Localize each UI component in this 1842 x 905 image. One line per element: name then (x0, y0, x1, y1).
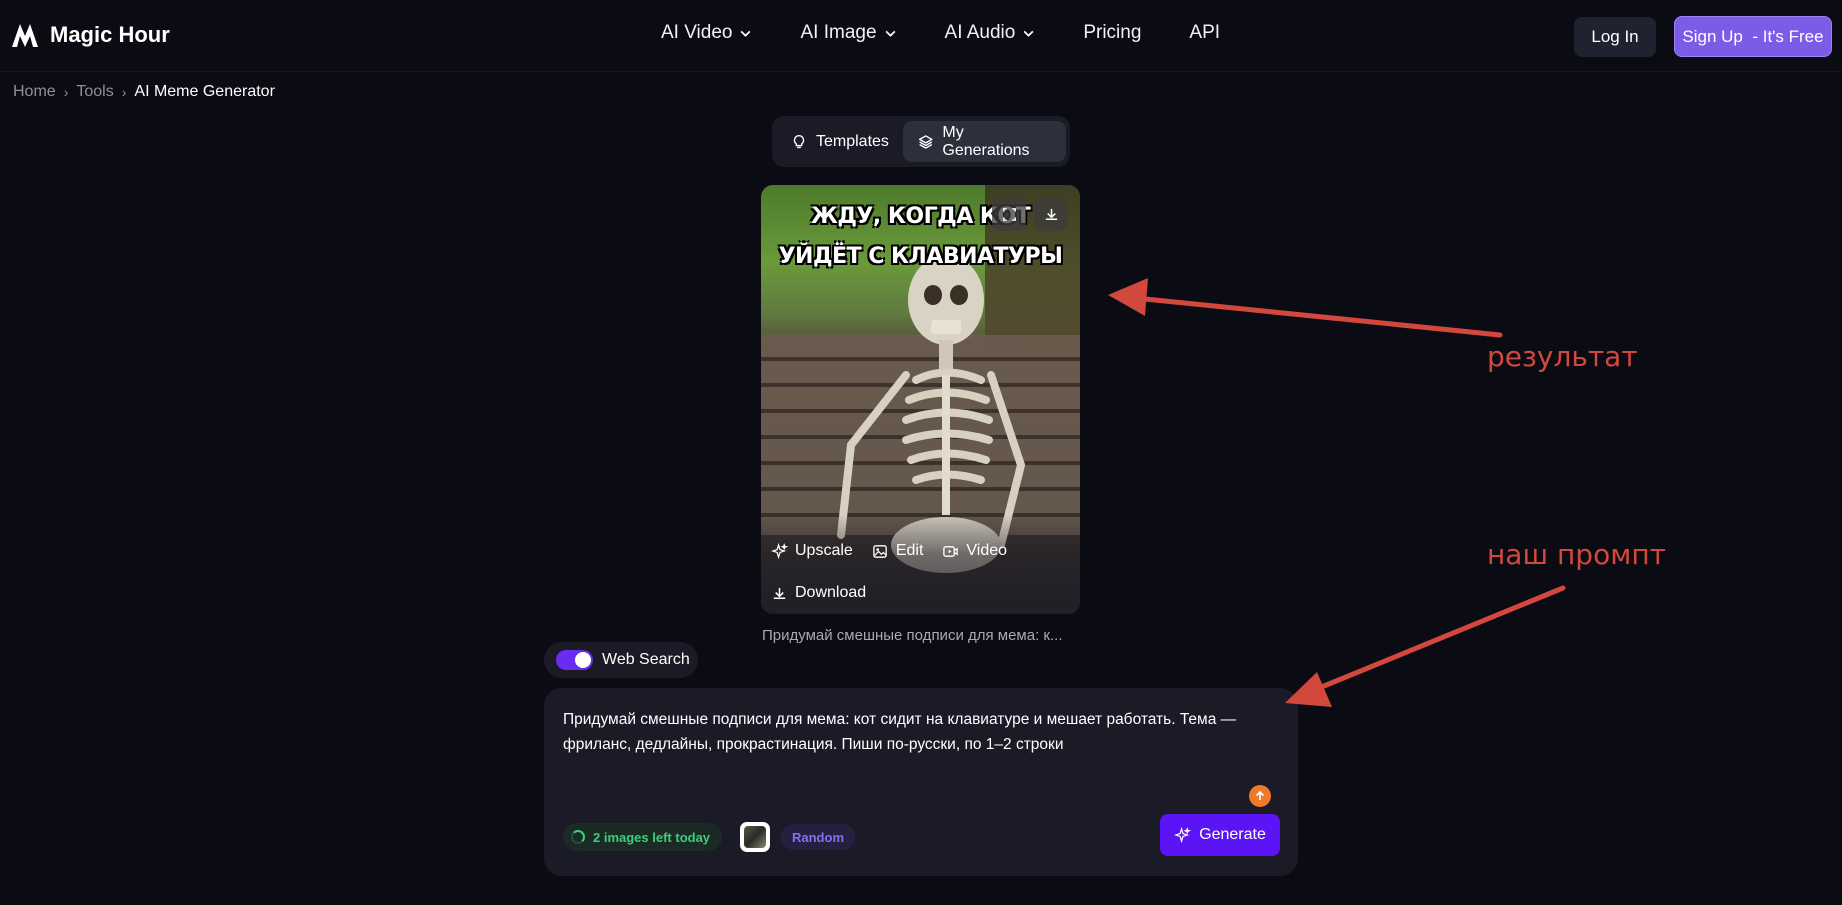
breadcrumb-current: AI Meme Generator (134, 83, 275, 100)
template-thumbnail[interactable] (740, 822, 770, 852)
top-header: Magic Hour AI Video AI Image AI Audio Pr… (0, 0, 1842, 72)
toggle-switch[interactable] (556, 650, 593, 670)
upscale-button[interactable]: Upscale (771, 542, 853, 560)
magic-hour-logo-icon (12, 24, 38, 47)
annotation-prompt-label: наш промпт (1487, 538, 1666, 571)
main-nav: AI Video AI Image AI Audio Pricing API (661, 22, 1268, 44)
prompt-textarea[interactable]: Придумай смешные подписи для мема: кот с… (563, 707, 1263, 757)
nav-pricing-label: Pricing (1083, 22, 1142, 43)
upload-button[interactable] (1249, 785, 1271, 807)
sparkles-icon (1174, 826, 1192, 843)
nav-pricing[interactable]: Pricing (1083, 22, 1141, 44)
download-icon (1045, 208, 1057, 220)
tab-my-generations-label: My Generations (942, 123, 1030, 159)
download-button[interactable]: Download (771, 584, 866, 602)
prompt-box: Придумай смешные подписи для мема: кот с… (544, 688, 1298, 876)
download-label: Download (795, 584, 867, 601)
chevron-down-icon (885, 30, 895, 37)
card-expand-button[interactable] (992, 197, 1026, 231)
signup-button[interactable]: Sign Up - It's Free (1674, 16, 1832, 57)
login-button[interactable]: Log In (1574, 17, 1656, 57)
logo[interactable]: Magic Hour (10, 20, 170, 50)
logo-text: Magic Hour (50, 22, 170, 47)
tab-templates[interactable]: Templates (776, 121, 903, 162)
edit-label: Edit (895, 542, 924, 559)
tab-templates-label: Templates (816, 132, 889, 150)
video-icon (943, 545, 959, 557)
tab-my-generations[interactable]: My Generations (902, 121, 1066, 162)
image-edit-icon (873, 544, 887, 558)
web-search-label: Web Search (602, 651, 690, 668)
breadcrumb: Home › Tools › AI Meme Generator (13, 83, 275, 101)
nav-api[interactable]: API (1189, 22, 1220, 44)
card-download-icon-button[interactable] (1034, 197, 1068, 231)
nav-ai-image[interactable]: AI Image (800, 22, 896, 44)
breadcrumb-chevron-icon: › (63, 84, 69, 100)
breadcrumb-chevron-icon: › (121, 84, 127, 100)
nav-ai-video-label: AI Video (661, 22, 733, 43)
random-label: Random (792, 829, 844, 845)
generate-button[interactable]: Generate (1160, 814, 1280, 856)
nav-ai-video[interactable]: AI Video (661, 22, 752, 44)
edit-button[interactable]: Edit (872, 542, 924, 560)
card-actions: Upscale Edit Video (771, 542, 1007, 560)
meme-caption-text: ЖДУ, КОГДА КОТ УЙДЁТ С КЛАВИАТУРЫ (778, 204, 1063, 269)
annotation-result-label: результат (1487, 340, 1638, 373)
breadcrumb-tools[interactable]: Tools (76, 83, 113, 101)
upscale-label: Upscale (795, 542, 853, 559)
sparkles-icon (771, 542, 788, 559)
arrow-up-icon (1255, 790, 1265, 800)
images-left-badge: 2 images left today (563, 823, 723, 851)
nav-api-label: API (1189, 22, 1221, 43)
result-caption: Придумай смешные подписи для мема: к... (762, 627, 1063, 644)
progress-spinner-icon (571, 830, 585, 844)
video-button[interactable]: Video (942, 542, 1007, 560)
random-button[interactable]: Random (781, 824, 855, 850)
nav-ai-audio[interactable]: AI Audio (945, 22, 1036, 44)
images-left-label: 2 images left today (593, 829, 711, 845)
view-tabs: Templates My Generations (772, 116, 1070, 167)
thumbnail-image (744, 826, 766, 848)
result-card[interactable]: ЖДУ, КОГДА КОТ УЙДЁТ С КЛАВИАТУРЫ Upscal… (761, 185, 1080, 614)
chevron-down-icon (1023, 30, 1034, 37)
lightbulb-icon (793, 134, 805, 148)
chevron-down-icon (741, 30, 751, 37)
nav-ai-image-label: AI Image (800, 22, 877, 43)
breadcrumb-home[interactable]: Home (13, 83, 56, 101)
video-label: Video (966, 542, 1008, 559)
generate-label: Generate (1199, 826, 1266, 843)
web-search-toggle[interactable]: Web Search (544, 642, 698, 678)
layers-icon (918, 134, 933, 149)
nav-ai-audio-label: AI Audio (944, 22, 1016, 43)
expand-icon (1002, 207, 1016, 221)
download-icon (773, 587, 786, 599)
